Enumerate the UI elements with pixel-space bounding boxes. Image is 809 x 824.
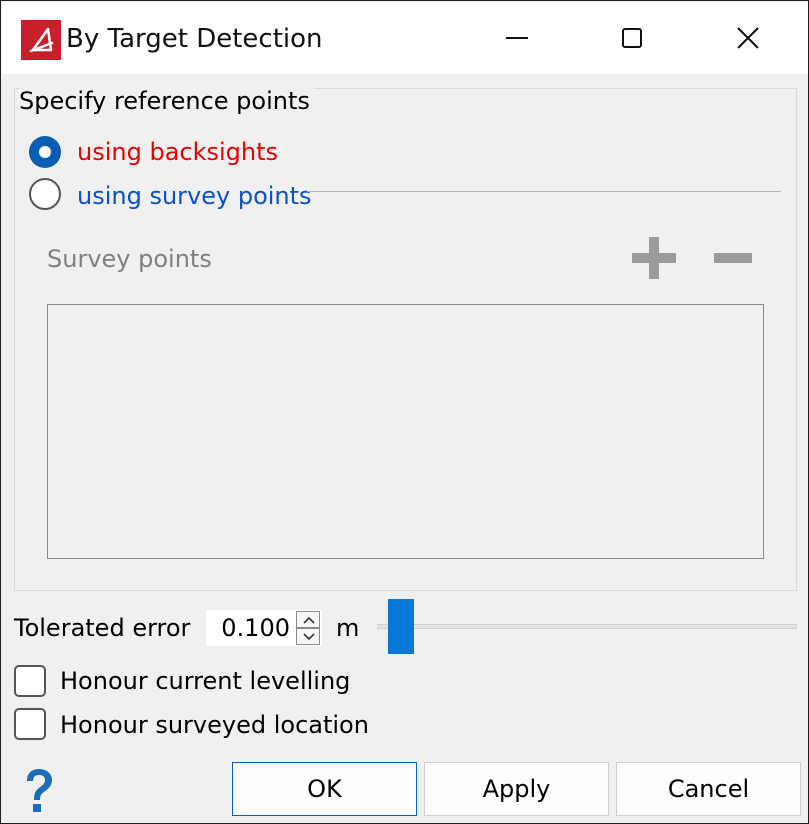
tolerance-slider-track[interactable]	[377, 624, 797, 629]
group-separator	[307, 191, 781, 192]
tolerated-error-spinbox[interactable]	[206, 610, 322, 646]
spin-down-button[interactable]	[296, 628, 320, 645]
honour-location-checkbox[interactable]	[14, 708, 46, 740]
honour-location-label[interactable]: Honour surveyed location	[60, 709, 369, 741]
plus-icon	[632, 237, 676, 279]
tolerance-slider-thumb[interactable]	[388, 599, 414, 654]
chevron-down-icon	[303, 633, 315, 641]
window-title: By Target Detection	[66, 24, 323, 54]
tolerated-error-label: Tolerated error	[14, 614, 191, 642]
help-icon[interactable]	[21, 767, 57, 815]
app-icon	[21, 20, 61, 60]
survey-points-title: Survey points	[47, 245, 212, 273]
maximize-button[interactable]	[602, 16, 662, 60]
group-title: Specify reference points	[19, 85, 314, 117]
spin-up-button[interactable]	[296, 611, 320, 628]
survey-points-radio[interactable]	[29, 178, 61, 210]
maximize-icon	[622, 28, 642, 48]
unit-label: m	[336, 614, 360, 642]
survey-points-radio-label[interactable]: using survey points	[77, 180, 312, 212]
cancel-button[interactable]: Cancel	[616, 762, 801, 816]
apply-button[interactable]: Apply	[424, 762, 609, 816]
minus-icon	[714, 253, 752, 263]
remove-survey-point-button[interactable]	[709, 234, 757, 282]
close-icon	[737, 27, 759, 49]
backsights-radio[interactable]	[29, 136, 61, 168]
ok-button[interactable]: OK	[232, 762, 417, 816]
dialog-window: By Target Detection Specify reference po…	[0, 0, 809, 824]
minimize-icon	[506, 37, 528, 39]
title-bar[interactable]: By Target Detection	[2, 2, 808, 74]
minimize-button[interactable]	[487, 16, 547, 60]
tolerated-error-input[interactable]	[206, 610, 294, 646]
add-survey-point-button[interactable]	[627, 234, 681, 282]
honour-levelling-label[interactable]: Honour current levelling	[60, 665, 350, 697]
honour-levelling-checkbox[interactable]	[14, 665, 46, 697]
survey-points-list[interactable]	[47, 304, 764, 559]
chevron-up-icon	[303, 616, 315, 624]
backsights-radio-label[interactable]: using backsights	[77, 136, 278, 168]
close-button[interactable]	[718, 16, 778, 60]
